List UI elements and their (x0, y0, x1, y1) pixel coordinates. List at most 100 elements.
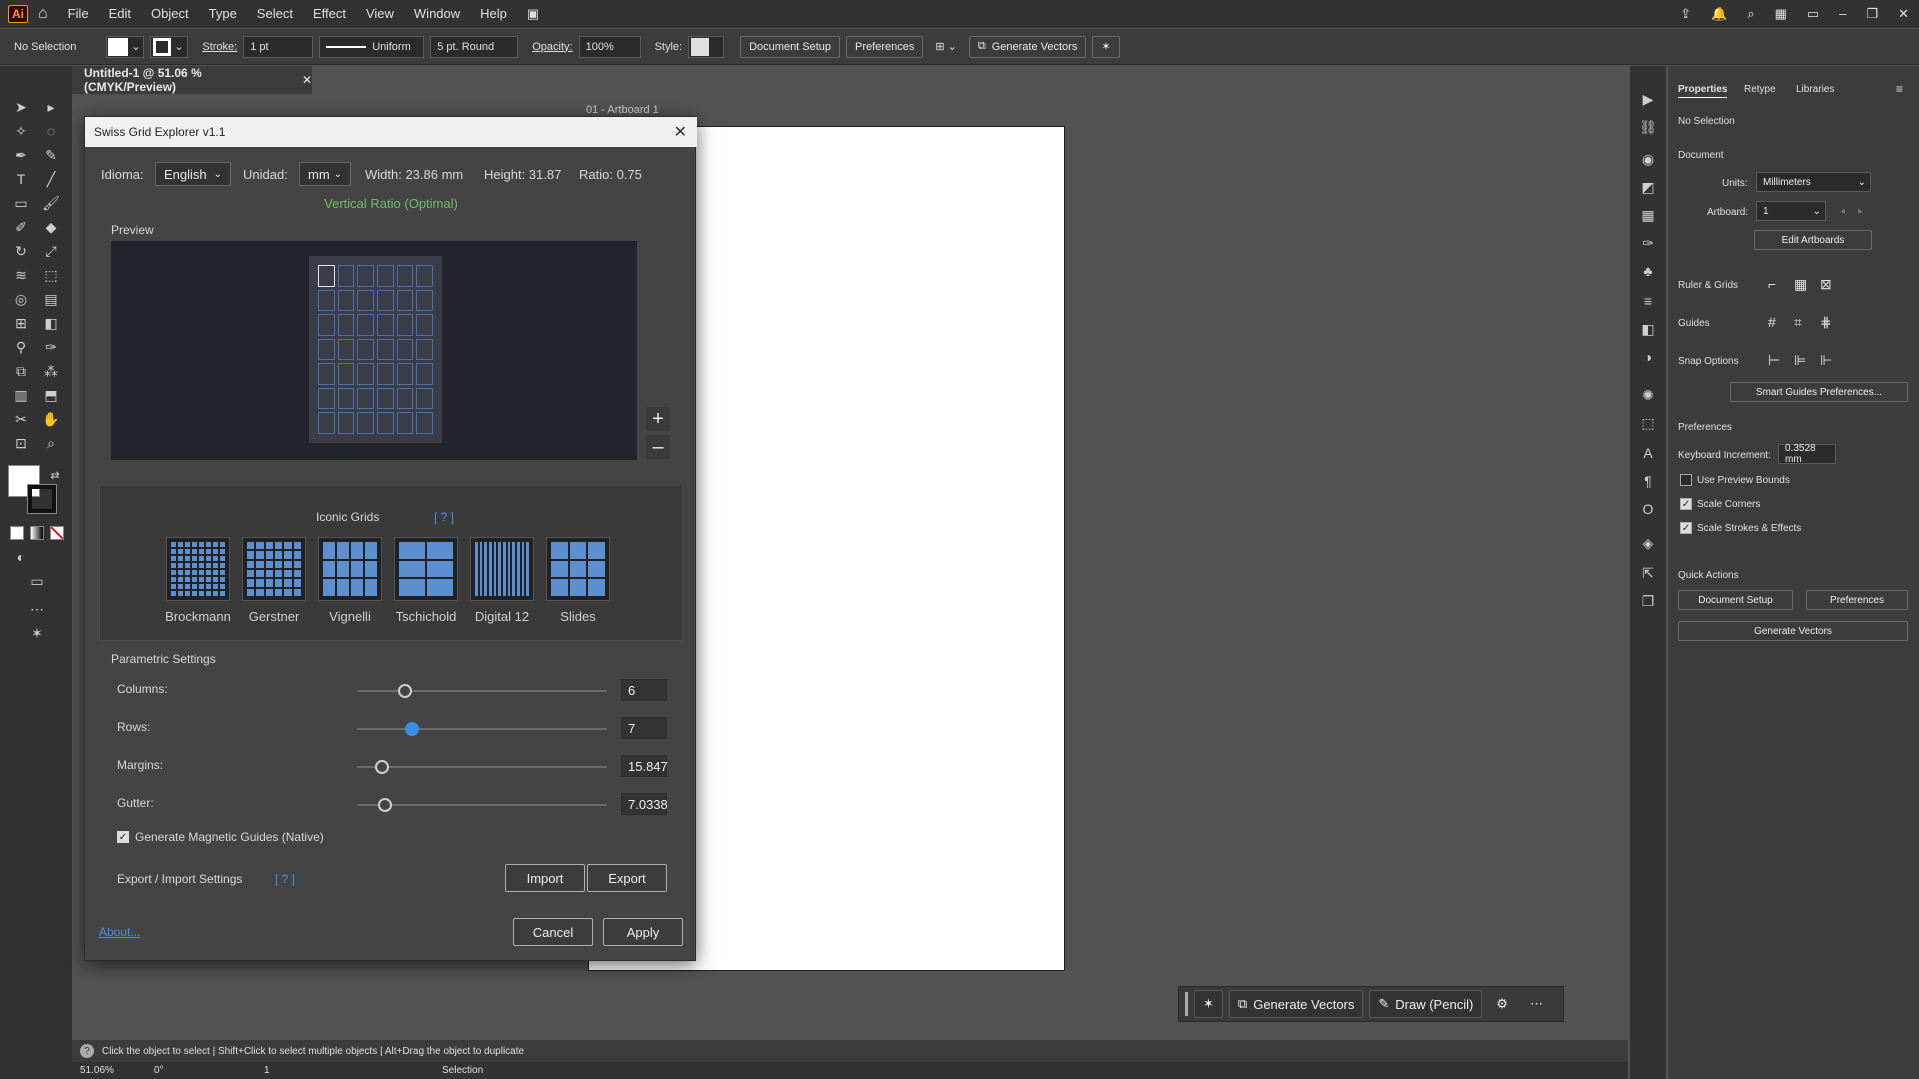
lasso-tool-icon[interactable]: ◌ (40, 120, 62, 142)
pen-tool-icon[interactable]: ✒ (10, 144, 32, 166)
print-tiling-tool-icon[interactable]: ⊡ (10, 432, 32, 454)
artboard-select[interactable]: 1 ⌄ (1756, 201, 1826, 221)
smart-guides-preferences-button[interactable]: Smart Guides Preferences... (1730, 382, 1908, 402)
transform-icon[interactable]: ⬚ (1637, 412, 1659, 434)
panel-layout-icon[interactable]: ▭ (1797, 0, 1829, 28)
draw-pencil-button[interactable]: ✎ Draw (Pencil) (1369, 990, 1483, 1018)
param-slider-track[interactable] (357, 766, 607, 768)
rotate-tool-icon[interactable]: ↻ (10, 240, 32, 262)
param-value-input[interactable]: 15.847 (621, 755, 668, 777)
screen-mode-icon[interactable]: ▭ (26, 570, 48, 592)
prev-artboard-icon[interactable]: ◂ (1840, 206, 1845, 217)
preferences-button[interactable]: Preferences (846, 35, 924, 58)
snap-to-point-icon[interactable]: ⊢ (1768, 352, 1780, 369)
units-select[interactable]: Millimeters ⌄ (1756, 172, 1871, 192)
color-mode-icon[interactable] (10, 526, 24, 540)
zoom-level[interactable]: 51.06% (80, 1065, 114, 1076)
transparency-grid-icon[interactable]: ⊠ (1820, 276, 1832, 293)
document-tab[interactable]: Untitled-1 @ 51.06 % (CMYK/Preview) ✕ (72, 66, 312, 94)
minimize-icon[interactable]: – (1829, 0, 1856, 28)
fill-swatch[interactable]: ⌄ (106, 35, 145, 58)
param-slider-knob[interactable] (375, 760, 389, 774)
ruler-icon[interactable]: ⌐ (1768, 276, 1776, 292)
plugin-pin-icon[interactable]: ✶ (1194, 990, 1223, 1018)
idioma-select[interactable]: English ⌄ (155, 162, 231, 186)
stroke-weight-input[interactable]: 1 pt (243, 35, 314, 58)
keyboard-increment-input[interactable]: 0.3528 mm (1778, 443, 1836, 465)
panel-menu-icon[interactable]: ≡ (1896, 82, 1903, 96)
import-button[interactable]: Import (505, 864, 585, 892)
iconic-grid-digital-12[interactable] (470, 537, 534, 601)
task-settings-icon[interactable]: ⚙ (1488, 990, 1516, 1018)
graphic-styles-icon[interactable]: ◩ (1637, 176, 1659, 198)
generate-vectors-task-button[interactable]: ⧉ Generate Vectors (1228, 990, 1364, 1018)
menu-view[interactable]: View (356, 0, 404, 28)
direct-selection-tool-icon[interactable]: ▸ (40, 96, 62, 118)
gradient-tool-icon[interactable]: ◧ (40, 312, 62, 334)
swap-colors-icon[interactable]: ⇄ (44, 464, 66, 486)
lock-guides-icon[interactable]: ⌗ (1794, 314, 1802, 331)
param-slider-knob[interactable] (377, 798, 392, 812)
graph-tool-icon[interactable]: ▥ (10, 384, 32, 406)
menu-window[interactable]: Window (404, 0, 470, 28)
show-guides-icon[interactable]: # (1768, 314, 1776, 330)
measure-tool-icon[interactable]: ✑ (40, 336, 62, 358)
iconic-grid-brockmann[interactable] (166, 537, 230, 601)
transparency-icon[interactable]: ◑ (1637, 346, 1659, 368)
edit-artboards-button[interactable]: Edit Artboards (1754, 230, 1872, 250)
use-preview-bounds-checkbox[interactable] (1680, 474, 1692, 486)
line-tool-icon[interactable]: ╱ (40, 168, 62, 190)
eyedropper-tool-icon[interactable]: ⚲ (10, 336, 32, 358)
param-slider-track[interactable] (357, 804, 607, 806)
artboards-panel-icon[interactable]: ❐ (1637, 590, 1659, 612)
pin-icon[interactable]: ✶ (1092, 35, 1120, 58)
align-icon[interactable]: ⊞ ⌄ (929, 36, 963, 58)
menu-file[interactable]: File (58, 0, 99, 28)
menu-help[interactable]: Help (470, 0, 517, 28)
paragraph-icon[interactable]: ¶ (1637, 470, 1659, 492)
menu-select[interactable]: Select (247, 0, 303, 28)
gradient-mode-icon[interactable] (30, 526, 44, 540)
perspective-grid-tool-icon[interactable]: ▤ (40, 288, 62, 310)
snap-to-glyph-icon[interactable]: ⊩ (1820, 352, 1832, 369)
grid-icon[interactable]: ▦ (1794, 276, 1807, 293)
param-slider-track[interactable] (357, 728, 607, 730)
generate-vectors-button[interactable]: ⧉ Generate Vectors (968, 35, 1087, 58)
arrange-documents-icon[interactable]: ▣ (517, 0, 549, 28)
close-window-icon[interactable]: ✕ (1888, 0, 1919, 28)
param-slider-knob[interactable] (405, 722, 419, 736)
paintbrush-tool-icon[interactable]: 🖌 (40, 192, 62, 214)
qa-document-setup-button[interactable]: Document Setup (1678, 590, 1793, 610)
rotation-value[interactable]: 0° (154, 1065, 164, 1076)
warp-tool-icon[interactable]: ≋ (10, 264, 32, 286)
appearance-icon[interactable]: ◉ (1637, 148, 1659, 170)
color-panel-icon[interactable]: ✺ (1637, 384, 1659, 406)
share-icon[interactable]: ⇪ (1670, 0, 1701, 28)
notifications-icon[interactable]: 🔔 (1701, 0, 1737, 28)
drag-handle-icon[interactable] (1185, 992, 1188, 1016)
stroke-panel-icon[interactable]: ≡ (1637, 290, 1659, 312)
gradient-panel-icon[interactable]: ◧ (1637, 318, 1659, 340)
artboard-tool-icon[interactable]: ⬒ (40, 384, 62, 406)
free-transform-tool-icon[interactable]: ⬚ (40, 264, 62, 286)
eraser-tool-icon[interactable]: ◆ (40, 216, 62, 238)
iconic-grid-vignelli[interactable] (318, 537, 382, 601)
zoom-in-button[interactable]: + (646, 407, 670, 431)
stroke-swatch[interactable]: ⌄ (150, 35, 189, 58)
export-asset-icon[interactable]: ⇱ (1637, 562, 1659, 584)
param-value-input[interactable]: 7.0338 (621, 793, 668, 815)
type-tool-icon[interactable]: T (10, 168, 32, 190)
magnetic-guides-checkbox[interactable]: ✓ (117, 831, 129, 843)
workspace-icon[interactable]: ▦ (1765, 0, 1797, 28)
iconic-help-link[interactable]: [ ? ] (434, 510, 454, 524)
param-slider-track[interactable] (357, 690, 607, 692)
scale-strokes-checkbox[interactable]: ✓ (1680, 522, 1692, 534)
play-action-icon[interactable]: ▶ (1637, 88, 1659, 110)
links-icon[interactable]: ⛓ (1637, 116, 1659, 138)
menu-effect[interactable]: Effect (303, 0, 356, 28)
brush-select[interactable]: 5 pt. Round (430, 35, 519, 58)
unidad-select[interactable]: mm ⌄ (299, 162, 351, 186)
zoom-tool-icon[interactable]: ⌕ (40, 432, 62, 454)
iconic-grid-slides[interactable] (546, 537, 610, 601)
hand-tool-icon[interactable]: ✋ (40, 408, 62, 430)
